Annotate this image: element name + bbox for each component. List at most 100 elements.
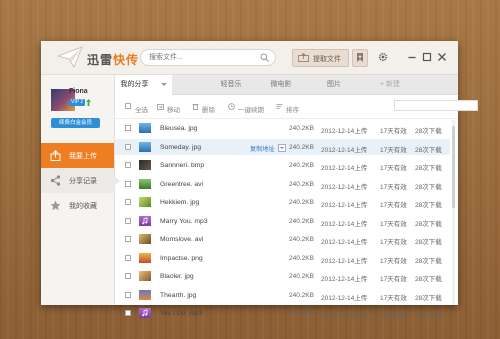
extract-file-button[interactable]: 提取文件: [292, 49, 349, 67]
row-checkbox[interactable]: [125, 310, 131, 316]
download-count: 28次下载: [415, 239, 442, 246]
table-row[interactable]: Bleusea. jpg 240.2KB 2012-12-14上传 17天有效 28次下…: [115, 120, 450, 136]
category-tabs: 我的分享 轻音乐 微电影 图片 + 新建: [115, 75, 458, 95]
scrollbar-thumb[interactable]: [452, 126, 455, 208]
filter-box[interactable]: [394, 100, 478, 111]
search-box[interactable]: [140, 49, 276, 66]
sidebar-item-favorites[interactable]: 我的收藏: [41, 193, 114, 218]
expiry-status: 17天有效: [380, 146, 407, 154]
table-row[interactable]: Marry You. mp3 240.2KB 2012-12-14上传 17天有效 28…: [115, 213, 450, 229]
table-row[interactable]: Momslove. avi 240.2KB 2012-12-14上传 17天有效 28次…: [115, 231, 450, 247]
app-title-prefix: 迅雷: [87, 53, 114, 67]
row-checkbox[interactable]: [125, 236, 131, 242]
sidebar-item-label: 分享记录: [69, 178, 97, 185]
scrollbar[interactable]: [452, 120, 455, 305]
expiry-status: 17天有效: [380, 202, 407, 209]
maximize-icon[interactable]: [422, 52, 432, 62]
table-row[interactable]: Thearth. jpg 240.2KB 2012-12-14上传 17天有效 28次下…: [115, 287, 450, 303]
title-bar: 迅雷快传 提取文件: [41, 41, 458, 75]
file-thumbnail: [139, 123, 151, 133]
tab-pictures[interactable]: 图片: [320, 75, 348, 94]
row-checkbox[interactable]: [125, 254, 131, 261]
music-file-icon: [139, 215, 151, 226]
upload-date: 2012-12-14上传: [321, 220, 368, 228]
select-all-label: 全选: [135, 107, 148, 114]
file-thumbnail: [139, 141, 151, 152]
minimize-icon[interactable]: [407, 52, 417, 62]
upload-date: 2012-12-14上传: [321, 239, 368, 246]
tab-my-shares[interactable]: 我的分享: [115, 75, 172, 95]
download-count: 28次下载: [415, 165, 442, 172]
search-icon[interactable]: [260, 53, 269, 62]
file-size: 240.2KB: [289, 254, 314, 262]
chevron-down-icon[interactable]: [160, 82, 167, 86]
row-checkbox[interactable]: [125, 162, 131, 168]
table-row[interactable]: Someday. jpg 240.2KB 2012-12-14上传 17天有效 28次下…: [115, 138, 450, 155]
table-row[interactable]: Sannneri. bmp 240.2KB 2012-12-14上传 17天有效 28次…: [115, 157, 450, 173]
close-icon[interactable]: [437, 52, 447, 62]
gear-icon[interactable]: [378, 52, 388, 62]
renew-all-label: 一键续期: [238, 107, 264, 114]
vip-badge: VIP 2: [69, 99, 86, 106]
file-size: 240.2KB: [289, 236, 314, 243]
file-name: Yes I Do. mp3: [160, 310, 203, 317]
table-row[interactable]: Blaoler. jpg 240.2KB 2012-12-14上传 17天有效 28次下…: [115, 268, 450, 284]
table-row[interactable]: Greentree. avi 240.2KB 2012-12-14上传 17天有效 28…: [115, 176, 450, 192]
table-row[interactable]: Yes I Do. mp3 240.2KB 2012-12-14上传 17天有效 28次…: [115, 305, 450, 321]
sidebar-item-share-history[interactable]: 分享记录: [41, 168, 120, 193]
file-name: Bleusea. jpg: [160, 125, 198, 132]
level-up-arrow-icon: [86, 99, 91, 106]
row-checkbox[interactable]: [125, 291, 131, 298]
row-checkbox[interactable]: [125, 125, 131, 131]
row-checkbox[interactable]: [125, 273, 131, 279]
expiry-status: 17天有效: [380, 313, 407, 320]
download-count: 28次下载: [415, 202, 442, 209]
app-title: 迅雷快传: [87, 51, 139, 68]
music-file-icon: [139, 308, 151, 318]
tab-micro-film[interactable]: 微电影: [263, 75, 299, 94]
file-name: Hekkiem. jpg: [160, 199, 200, 206]
expiry-status: 17天有效: [380, 128, 407, 135]
paper-plane-logo-icon: [57, 46, 83, 68]
file-size: 240.2KB: [289, 143, 314, 151]
file-name: Sannneri. bmp: [160, 162, 205, 169]
copy-options-dropdown-icon[interactable]: [278, 143, 286, 152]
file-size: 240.2KB: [289, 217, 314, 225]
sidebar-item-upload[interactable]: 我要上传: [41, 143, 114, 168]
extract-file-label: 提取文件: [313, 56, 341, 63]
expiry-status: 17天有效: [380, 276, 407, 283]
file-name: Impactse. png: [160, 254, 203, 262]
bookmark-button[interactable]: [352, 49, 368, 67]
copy-address-link[interactable]: 复制地址: [250, 144, 275, 153]
file-thumbnail: [139, 160, 151, 170]
move-icon: [157, 104, 164, 110]
file-thumbnail: [139, 178, 151, 189]
search-input[interactable]: [149, 52, 257, 63]
table-row[interactable]: Impactse. png 240.2KB 2012-12-14上传 17天有效 28次…: [115, 250, 450, 266]
row-checkbox[interactable]: [125, 199, 131, 205]
table-row[interactable]: Hekkiem. jpg 240.2KB 2012-12-14上传 17天有效 28次下…: [115, 194, 450, 210]
select-all-checkbox[interactable]: [125, 103, 131, 109]
new-tab-button[interactable]: + 新建: [380, 75, 400, 94]
upload-date: 2012-12-14上传: [321, 257, 368, 265]
row-checkbox[interactable]: [125, 180, 131, 187]
file-thumbnail: [139, 197, 151, 207]
sort-icon: [276, 104, 283, 109]
sidebar: Fiona VIP 2 续费白金会员 我要上传 分享记录 我的收藏: [41, 75, 120, 305]
expiry-status: 17天有效: [380, 239, 407, 246]
file-name: Someday. jpg: [160, 143, 202, 151]
tab-light-music[interactable]: 轻音乐: [213, 75, 249, 94]
file-size: 240.2KB: [289, 180, 314, 188]
delete-label: 删除: [202, 107, 215, 114]
file-size: 240.2KB: [289, 162, 314, 169]
expiry-status: 17天有效: [380, 165, 407, 172]
renew-membership-button[interactable]: 续费白金会员: [51, 118, 100, 128]
file-thumbnail: [139, 271, 151, 281]
download-count: 28次下载: [415, 313, 442, 320]
row-checkbox[interactable]: [125, 143, 131, 150]
filter-input[interactable]: [395, 101, 477, 110]
upload-date: 2012-12-14上传: [321, 202, 368, 209]
file-size: 240.2KB: [289, 125, 314, 132]
app-window: 迅雷快传 提取文件: [41, 41, 478, 320]
row-checkbox[interactable]: [125, 217, 131, 224]
